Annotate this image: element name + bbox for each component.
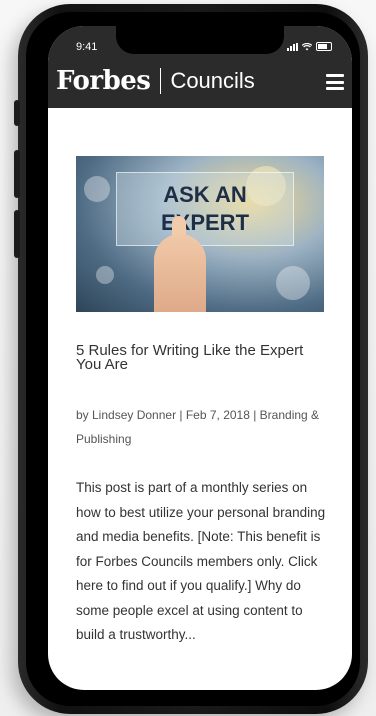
article-title[interactable]: 5 Rules for Writing Like the Expert You …: [76, 343, 316, 372]
status-icons: [287, 42, 332, 51]
battery-icon: [316, 42, 332, 51]
volume-down-button: [14, 210, 20, 258]
pointing-hand: [154, 234, 206, 312]
logo-councils-text: Councils: [170, 68, 255, 93]
signal-icon: [287, 43, 298, 51]
silent-switch: [14, 100, 20, 126]
phone-screen: 9:41 Forbes Councils ASK AN EXPERT 5 Rul…: [48, 26, 352, 690]
image-overlay-text: ASK AN EXPERT: [160, 182, 250, 235]
site-header: 9:41 Forbes Councils: [48, 26, 352, 108]
article-excerpt: This post is part of a monthly series on…: [76, 480, 326, 642]
article-meta[interactable]: by Lindsey Donner | Feb 7, 2018 | Brandi…: [76, 403, 328, 451]
image-overlay-panel: ASK AN EXPERT: [116, 172, 294, 246]
wifi-icon: [302, 43, 312, 51]
forbes-councils-logo[interactable]: Forbes Councils: [56, 68, 255, 94]
status-time: 9:41: [76, 41, 98, 53]
logo-divider: [160, 68, 162, 94]
logo-forbes-text: Forbes: [56, 66, 151, 96]
volume-up-button: [14, 150, 20, 198]
notch: [116, 26, 284, 54]
article-featured-image[interactable]: ASK AN EXPERT: [76, 156, 324, 312]
hamburger-menu-icon[interactable]: [326, 74, 344, 90]
